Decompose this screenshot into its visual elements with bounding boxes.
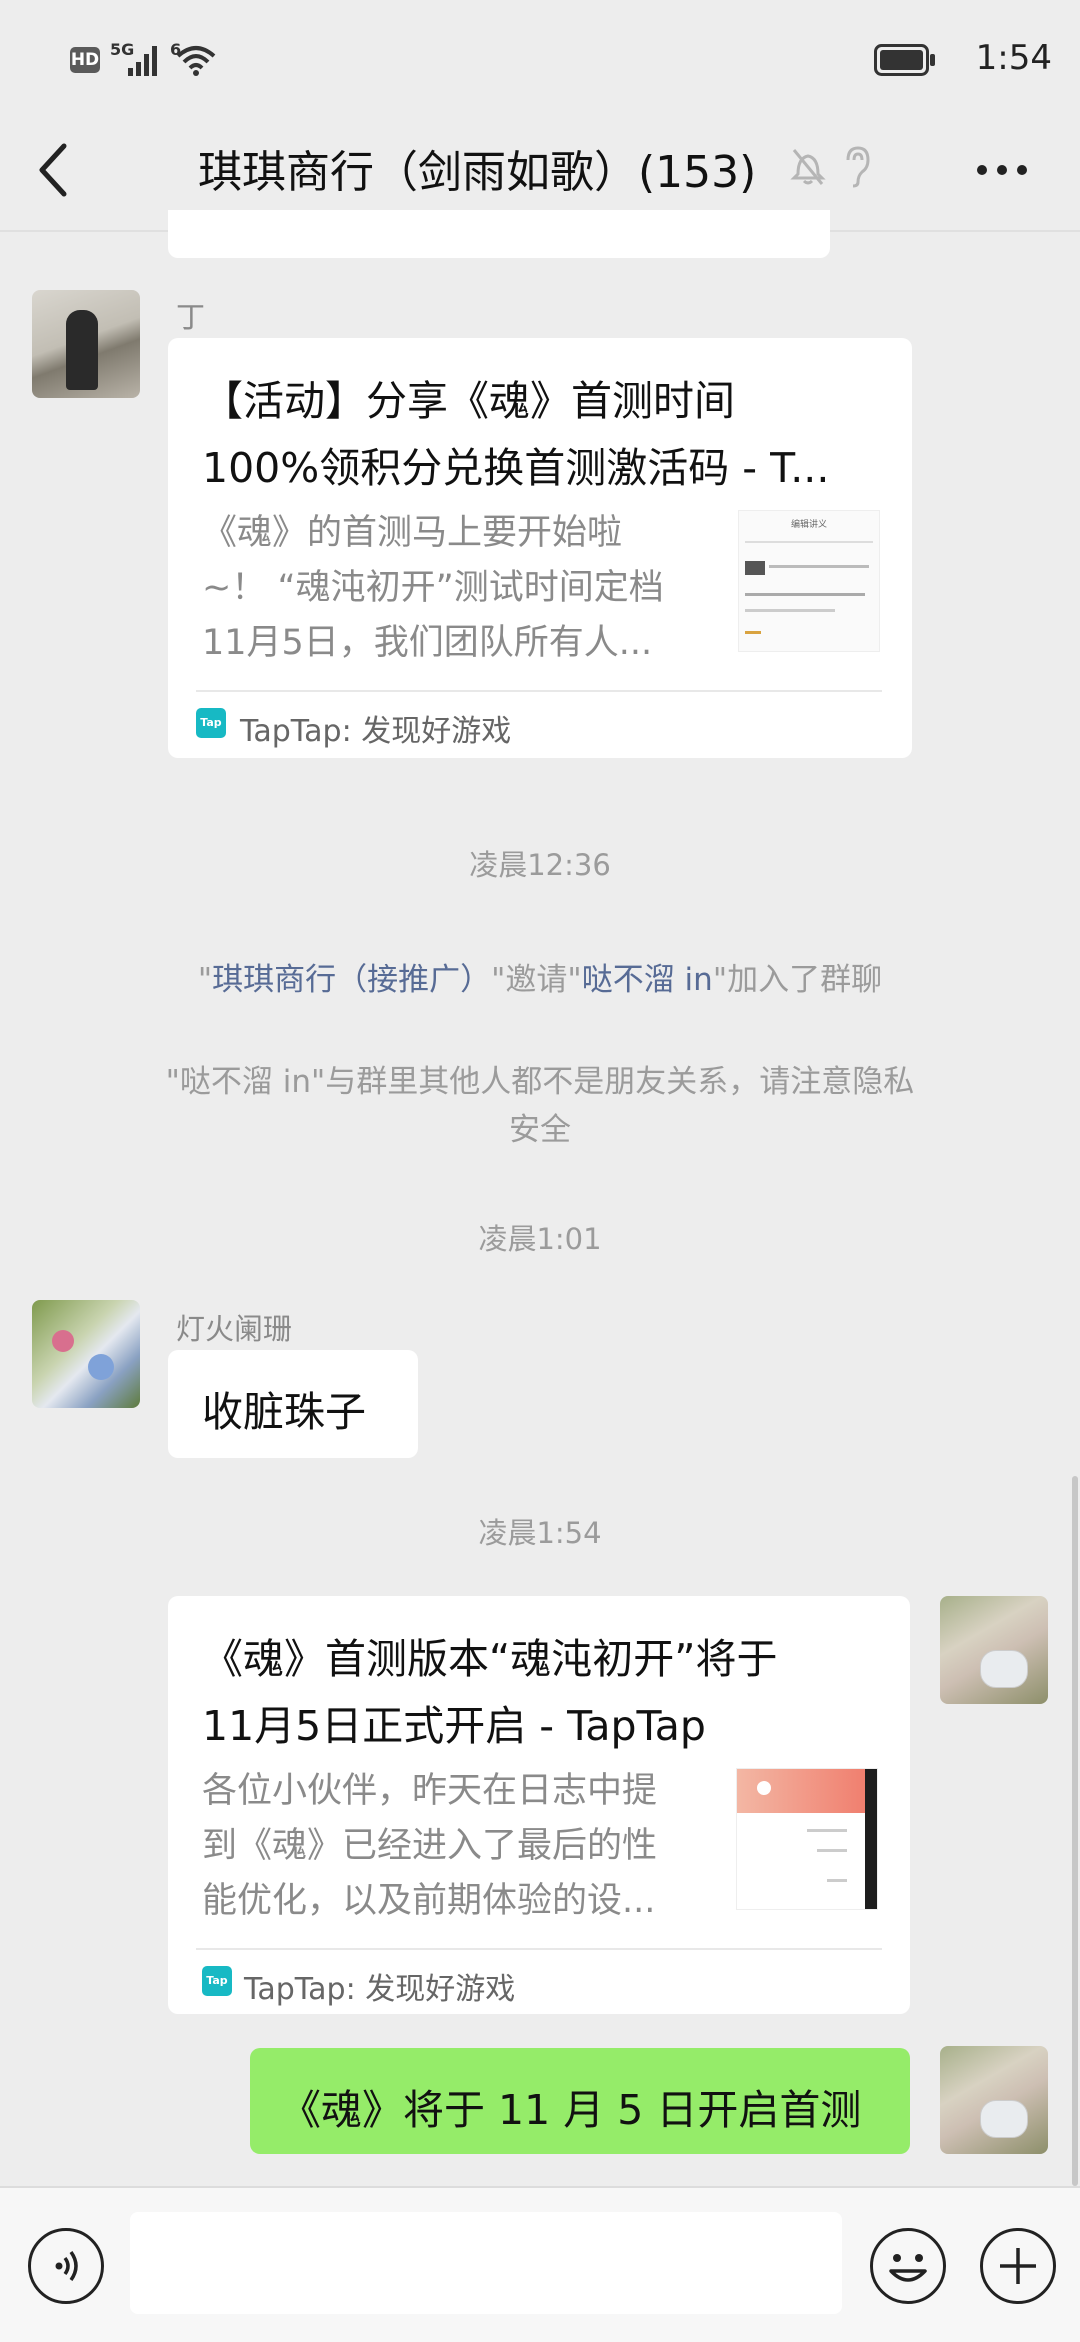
sender-name: 丁 bbox=[176, 300, 206, 334]
avatar-figure bbox=[66, 310, 98, 390]
message-bubble[interactable]: 收脏珠子 bbox=[168, 1350, 418, 1458]
avatar[interactable] bbox=[32, 290, 140, 398]
card-title-line1: 《魂》首测版本“魂沌初开”将于 bbox=[202, 1635, 778, 1683]
status-bar: HD 5G 6 1:54 bbox=[0, 0, 1080, 120]
time-separator: 凌晨1:54 bbox=[478, 1516, 602, 1550]
system-privacy-line2: 安全 bbox=[509, 1112, 571, 1148]
back-button[interactable] bbox=[34, 140, 74, 200]
voice-button[interactable] bbox=[28, 2228, 104, 2304]
link-card[interactable]: 《魂》首测版本“魂沌初开”将于 11月5日正式开启 - TapTap 各位小伙伴… bbox=[168, 1596, 910, 2014]
more-button[interactable] bbox=[972, 152, 1032, 188]
message-text: 《魂》将于 11 月 5 日开启首测 bbox=[280, 2086, 862, 2134]
chevron-left-icon bbox=[39, 143, 67, 197]
plus-icon bbox=[1000, 2248, 1036, 2284]
invitee-link[interactable]: 哒不溜 in bbox=[582, 962, 713, 998]
hd-badge: HD bbox=[70, 47, 100, 73]
card-title-line2: 100%领积分兑换首测激活码 - T... bbox=[202, 444, 830, 492]
sent-message-bubble[interactable]: 《魂》将于 11 月 5 日开启首测 bbox=[250, 2048, 910, 2154]
card-desc-line1: 《魂》的首测马上要开始啦 bbox=[202, 513, 623, 553]
sys-invite-tail: "加入了群聊 bbox=[712, 962, 883, 998]
system-invite-message: "琪琪商行（接推广）"邀请"哒不溜 in"加入了群聊 bbox=[0, 956, 1080, 1004]
emoji-icon bbox=[889, 2254, 927, 2282]
taptap-logo-icon: Tap bbox=[196, 708, 226, 738]
card-desc-line3: 11月5日，我们团队所有人... bbox=[202, 623, 653, 663]
avatar[interactable] bbox=[32, 1300, 140, 1408]
thumbnail-heading: 编辑讲义 bbox=[790, 520, 827, 530]
system-privacy-line1: "哒不溜 in"与群里其他人都不是朋友关系，请注意隐私 bbox=[165, 1064, 915, 1100]
scrollbar[interactable] bbox=[1072, 1476, 1078, 2186]
sys-invite-mid: "邀请" bbox=[491, 962, 582, 998]
card-desc-line2: ~！ “魂沌初开”测试时间定档 bbox=[202, 568, 664, 608]
ear-icon bbox=[846, 146, 870, 188]
card-thumbnail: 编辑讲义 bbox=[738, 510, 880, 652]
time-separator: 凌晨12:36 bbox=[469, 848, 611, 882]
time-separator: 凌晨1:01 bbox=[478, 1222, 602, 1256]
inviter-link[interactable]: 琪琪商行（接推广） bbox=[212, 962, 491, 998]
link-card[interactable]: 【活动】分享《魂》首测时间 100%领积分兑换首测激活码 - T... 《魂》的… bbox=[168, 338, 912, 758]
card-divider bbox=[196, 690, 882, 692]
voice-icon bbox=[55, 2250, 78, 2282]
card-title-line1: 【活动】分享《魂》首测时间 bbox=[202, 377, 735, 425]
emoji-button[interactable] bbox=[870, 2228, 946, 2304]
sender-name: 灯火阑珊 bbox=[176, 1312, 293, 1346]
signal-icon bbox=[128, 46, 157, 76]
wifi-icon bbox=[176, 46, 216, 76]
clock: 1:54 bbox=[975, 38, 1052, 78]
plus-button[interactable] bbox=[980, 2228, 1056, 2304]
sys-quote: " bbox=[197, 962, 213, 998]
taptap-logo-icon: Tap bbox=[202, 1966, 232, 1996]
bell-off-icon bbox=[790, 149, 826, 185]
my-avatar[interactable] bbox=[940, 1596, 1048, 1704]
card-title-line2: 11月5日正式开启 - TapTap bbox=[202, 1702, 706, 1750]
card-desc-line3: 能优化，以及前期体验的设... bbox=[202, 1881, 656, 1921]
chat-title[interactable]: 琪琪商行（剑雨如歌）(153) bbox=[198, 136, 756, 200]
partial-message-bubble[interactable] bbox=[168, 210, 830, 258]
card-source: TapTap: 发现好游戏 bbox=[244, 1972, 516, 2007]
more-dots-icon bbox=[977, 165, 1027, 175]
message-text: 收脏珠子 bbox=[202, 1388, 366, 1436]
message-input[interactable] bbox=[130, 2212, 842, 2314]
card-divider bbox=[196, 1948, 882, 1950]
card-thumbnail bbox=[736, 1768, 878, 1910]
card-desc-line2: 到《魂》已经进入了最后的性 bbox=[202, 1826, 658, 1866]
my-avatar[interactable] bbox=[940, 2046, 1048, 2154]
battery-icon bbox=[874, 44, 935, 76]
card-desc-line1: 各位小伙伴，昨天在日志中提 bbox=[202, 1771, 658, 1811]
card-source: TapTap: 发现好游戏 bbox=[240, 714, 512, 749]
